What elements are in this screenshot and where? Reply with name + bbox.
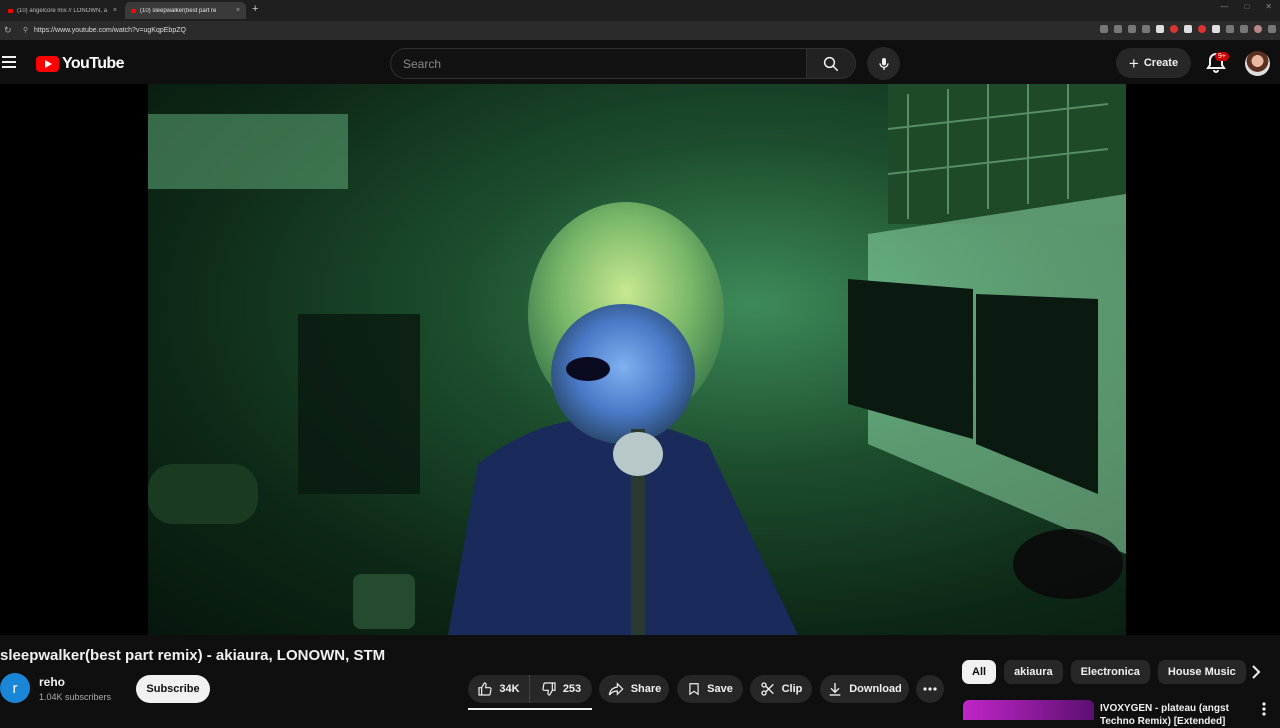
search-input[interactable] xyxy=(391,49,806,78)
chip-house-music[interactable]: House Music xyxy=(1157,660,1246,684)
microphone-icon xyxy=(878,57,889,70)
youtube-logo[interactable]: YouTube xyxy=(36,55,124,73)
bookmark-icon xyxy=(689,683,699,696)
more-actions-button[interactable] xyxy=(916,675,944,703)
url-field[interactable]: https://www.youtube.com/watch?v=ugKqpEbp… xyxy=(34,27,186,34)
clip-label: Clip xyxy=(781,683,803,695)
share-button[interactable]: Share xyxy=(599,675,669,703)
extension-icon[interactable] xyxy=(1212,25,1220,33)
extension-icon[interactable] xyxy=(1170,25,1178,33)
youtube-play-icon xyxy=(36,56,59,72)
dislike-button[interactable]: 253 xyxy=(530,675,592,703)
search-button[interactable] xyxy=(806,48,856,79)
thumbs-down-icon xyxy=(542,682,556,696)
notification-count-badge: 9+ xyxy=(1215,52,1229,61)
subscribe-button[interactable]: Subscribe xyxy=(136,675,210,703)
video-frame[interactable] xyxy=(148,84,1126,635)
save-label: Save xyxy=(707,683,733,695)
extension-icon[interactable] xyxy=(1156,25,1164,33)
dislike-count: 253 xyxy=(562,683,582,695)
extension-icon[interactable] xyxy=(1100,25,1108,33)
video-scene xyxy=(148,84,1126,635)
address-bar: ↻ ⚲ https://www.youtube.com/watch?v=ugKq… xyxy=(0,21,1280,41)
video-player[interactable] xyxy=(0,84,1280,635)
like-ratio-bar xyxy=(468,708,592,710)
extension-icon[interactable] xyxy=(1142,25,1150,33)
more-horizontal-icon xyxy=(923,687,937,691)
chevron-right-icon xyxy=(1252,665,1261,679)
extension-icon[interactable] xyxy=(1184,25,1192,33)
like-count: 34K xyxy=(499,683,520,695)
close-window-icon[interactable]: ✕ xyxy=(1265,2,1272,11)
clip-button[interactable]: Clip xyxy=(750,675,812,703)
account-avatar[interactable] xyxy=(1245,51,1270,76)
thumbs-up-icon xyxy=(478,682,493,696)
zoom-icon[interactable] xyxy=(1114,25,1122,33)
plus-icon: + xyxy=(1128,53,1139,73)
window-controls: — □ ✕ xyxy=(1220,2,1272,11)
share-label: Share xyxy=(630,683,662,695)
youtube-favicon-icon xyxy=(131,8,136,13)
extension-toolbar xyxy=(1100,25,1276,33)
subscriber-count: 1.04K subscribers xyxy=(39,692,112,702)
youtube-masthead: YouTube + Create 9+ xyxy=(0,42,1280,84)
more-vertical-icon xyxy=(1262,702,1266,716)
browser-tab-bar: (10) angelcore mix // LONOWN, a × (10) s… xyxy=(0,0,1280,21)
scissors-icon xyxy=(760,682,774,696)
download-icon xyxy=(829,683,841,696)
profile-avatar-icon[interactable] xyxy=(1254,25,1262,33)
recommendation-title[interactable]: IVOXYGEN - plateau (angst Techno Remix) … xyxy=(1100,702,1240,728)
logo-text: YouTube xyxy=(62,55,124,72)
new-tab-button[interactable]: + xyxy=(252,3,258,15)
save-button[interactable]: Save xyxy=(677,675,743,703)
channel-avatar[interactable]: r xyxy=(0,673,30,703)
browser-tab-1[interactable]: (10) angelcore mix // LONOWN, a × xyxy=(2,2,123,19)
tab-title: (10) angelcore mix // LONOWN, a xyxy=(17,7,108,14)
tab-close-icon[interactable]: × xyxy=(113,7,117,14)
extensions-puzzle-icon[interactable] xyxy=(1226,25,1234,33)
create-button[interactable]: + Create xyxy=(1116,48,1191,78)
tab-title: (10) sleepwalker(best part re xyxy=(140,7,217,14)
like-button[interactable]: 34K xyxy=(468,675,530,703)
download-button[interactable]: Download xyxy=(820,675,909,703)
video-title: sleepwalker(best part remix) - akiaura, … xyxy=(0,647,386,664)
search-icon xyxy=(823,56,839,71)
browser-menu-icon[interactable] xyxy=(1268,25,1276,33)
like-dislike-group: 34K 253 xyxy=(468,675,592,703)
menu-icon[interactable] xyxy=(2,56,16,71)
chips-next-button[interactable] xyxy=(1246,662,1266,682)
filter-chips: All akiaura Electronica House Music xyxy=(962,660,1246,684)
extension-icon[interactable] xyxy=(1198,25,1206,33)
chip-akiaura[interactable]: akiaura xyxy=(1004,660,1063,684)
minimize-icon[interactable]: — xyxy=(1220,2,1228,11)
voice-search-button[interactable] xyxy=(867,47,900,80)
downloads-icon[interactable] xyxy=(1240,25,1248,33)
site-info-icon[interactable]: ⚲ xyxy=(23,26,28,34)
chip-electronica[interactable]: Electronica xyxy=(1070,660,1150,684)
chip-all[interactable]: All xyxy=(962,660,997,684)
share-icon xyxy=(608,682,624,696)
download-label: Download xyxy=(849,683,902,695)
channel-name[interactable]: reho xyxy=(39,675,65,689)
recommendation-thumbnail[interactable] xyxy=(963,700,1094,720)
youtube-favicon-icon xyxy=(8,8,13,13)
search-box[interactable] xyxy=(390,48,807,79)
bookmark-star-icon[interactable] xyxy=(1128,25,1136,33)
tab-close-icon[interactable]: × xyxy=(236,7,240,14)
browser-tab-2-active[interactable]: (10) sleepwalker(best part re × xyxy=(125,2,246,19)
maximize-icon[interactable]: □ xyxy=(1244,2,1249,11)
create-label: Create xyxy=(1143,57,1179,69)
reload-icon[interactable]: ↻ xyxy=(4,25,12,36)
recommendation-menu-button[interactable] xyxy=(1262,702,1266,721)
